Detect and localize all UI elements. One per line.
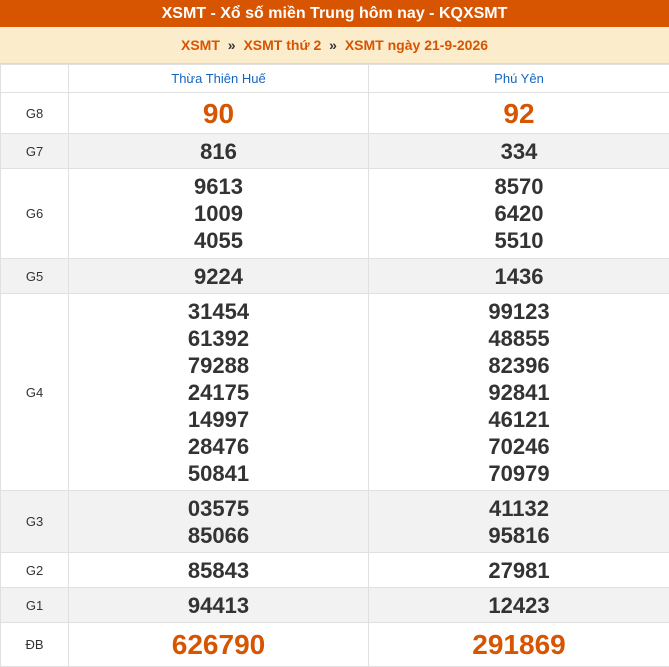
prize-row: G592241436	[1, 259, 669, 294]
prize-number: 94413	[69, 592, 368, 619]
prize-number: 46121	[369, 406, 669, 433]
prize-number: 90	[69, 100, 368, 127]
prize-row: G19441312423	[1, 588, 669, 623]
prize-label: G4	[1, 294, 69, 491]
prize-cell: 31454613927928824175149972847650841	[69, 294, 369, 491]
breadcrumb: XSMT » XSMT thứ 2 » XSMT ngày 21-9-2026	[0, 27, 669, 64]
prize-number: 85843	[69, 557, 368, 584]
prize-cell: 961310094055	[69, 169, 369, 259]
prize-cell: 92	[369, 93, 669, 134]
prize-label: G2	[1, 553, 69, 588]
prize-header-cell	[1, 65, 69, 93]
results-body: G89092G7816334G6961310094055857064205510…	[1, 93, 669, 667]
prize-label: ĐB	[1, 623, 69, 667]
prize-number: 816	[69, 138, 368, 165]
prize-number: 03575	[69, 495, 368, 522]
prize-number: 61392	[69, 325, 368, 352]
prize-label: G3	[1, 491, 69, 553]
prize-label: G7	[1, 134, 69, 169]
prize-number: 31454	[69, 298, 368, 325]
prize-cell: 27981	[369, 553, 669, 588]
prize-row: G303575850664113295816	[1, 491, 669, 553]
prize-number: 95816	[369, 522, 669, 549]
prize-number: 79288	[69, 352, 368, 379]
breadcrumb-separator: »	[329, 37, 337, 53]
prize-cell: 1436	[369, 259, 669, 294]
results-table: Thừa Thiên Huế Phú Yên G89092G7816334G69…	[0, 64, 669, 667]
prize-label: G8	[1, 93, 69, 134]
prize-number: 24175	[69, 379, 368, 406]
prize-cell: 12423	[369, 588, 669, 623]
prize-cell: 9224	[69, 259, 369, 294]
prize-number: 12423	[369, 592, 669, 619]
prize-cell: 857064205510	[369, 169, 669, 259]
results-page: XSMT - Xổ số miền Trung hôm nay - KQXSMT…	[0, 0, 669, 665]
prize-number: 5510	[369, 227, 669, 254]
prize-row: G6961310094055857064205510	[1, 169, 669, 259]
province-thua-thien-hue[interactable]: Thừa Thiên Huế	[69, 65, 369, 93]
breadcrumb-xsmt[interactable]: XSMT	[181, 37, 220, 53]
prize-row: G7816334	[1, 134, 669, 169]
prize-label: G1	[1, 588, 69, 623]
prize-number: 14997	[69, 406, 368, 433]
page-title: XSMT - Xổ số miền Trung hôm nay - KQXSMT	[0, 0, 669, 27]
prize-cell: 0357585066	[69, 491, 369, 553]
prize-number: 6420	[369, 200, 669, 227]
prize-cell: 90	[69, 93, 369, 134]
prize-cell: 291869	[369, 623, 669, 667]
prize-number: 9224	[69, 263, 368, 290]
prize-number: 50841	[69, 460, 368, 487]
prize-number: 28476	[69, 433, 368, 460]
prize-number: 48855	[369, 325, 669, 352]
prize-number: 82396	[369, 352, 669, 379]
prize-number: 27981	[369, 557, 669, 584]
prize-row: G431454613927928824175149972847650841991…	[1, 294, 669, 491]
province-phu-yen[interactable]: Phú Yên	[369, 65, 669, 93]
prize-number: 334	[369, 138, 669, 165]
prize-number: 8570	[369, 173, 669, 200]
prize-row: G28584327981	[1, 553, 669, 588]
prize-number: 1009	[69, 200, 368, 227]
prize-label: G6	[1, 169, 69, 259]
province-header-row: Thừa Thiên Huế Phú Yên	[1, 65, 669, 93]
prize-number: 85066	[69, 522, 368, 549]
prize-cell: 334	[369, 134, 669, 169]
prize-number: 99123	[369, 298, 669, 325]
prize-number: 92	[369, 100, 669, 127]
breadcrumb-xsmt-date[interactable]: XSMT ngày 21-9-2026	[345, 37, 488, 53]
prize-row: ĐB626790291869	[1, 623, 669, 667]
breadcrumb-xsmt-thu-2[interactable]: XSMT thứ 2	[243, 37, 321, 53]
prize-number: 626790	[69, 631, 368, 658]
prize-row: G89092	[1, 93, 669, 134]
prize-cell: 94413	[69, 588, 369, 623]
prize-label: G5	[1, 259, 69, 294]
prize-cell: 4113295816	[369, 491, 669, 553]
prize-number: 70979	[369, 460, 669, 487]
prize-number: 1436	[369, 263, 669, 290]
prize-number: 41132	[369, 495, 669, 522]
prize-number: 70246	[369, 433, 669, 460]
prize-cell: 816	[69, 134, 369, 169]
prize-number: 4055	[69, 227, 368, 254]
prize-number: 291869	[369, 631, 669, 658]
prize-cell: 85843	[69, 553, 369, 588]
prize-cell: 626790	[69, 623, 369, 667]
prize-number: 92841	[369, 379, 669, 406]
prize-cell: 99123488558239692841461217024670979	[369, 294, 669, 491]
breadcrumb-separator: »	[228, 37, 236, 53]
prize-number: 9613	[69, 173, 368, 200]
